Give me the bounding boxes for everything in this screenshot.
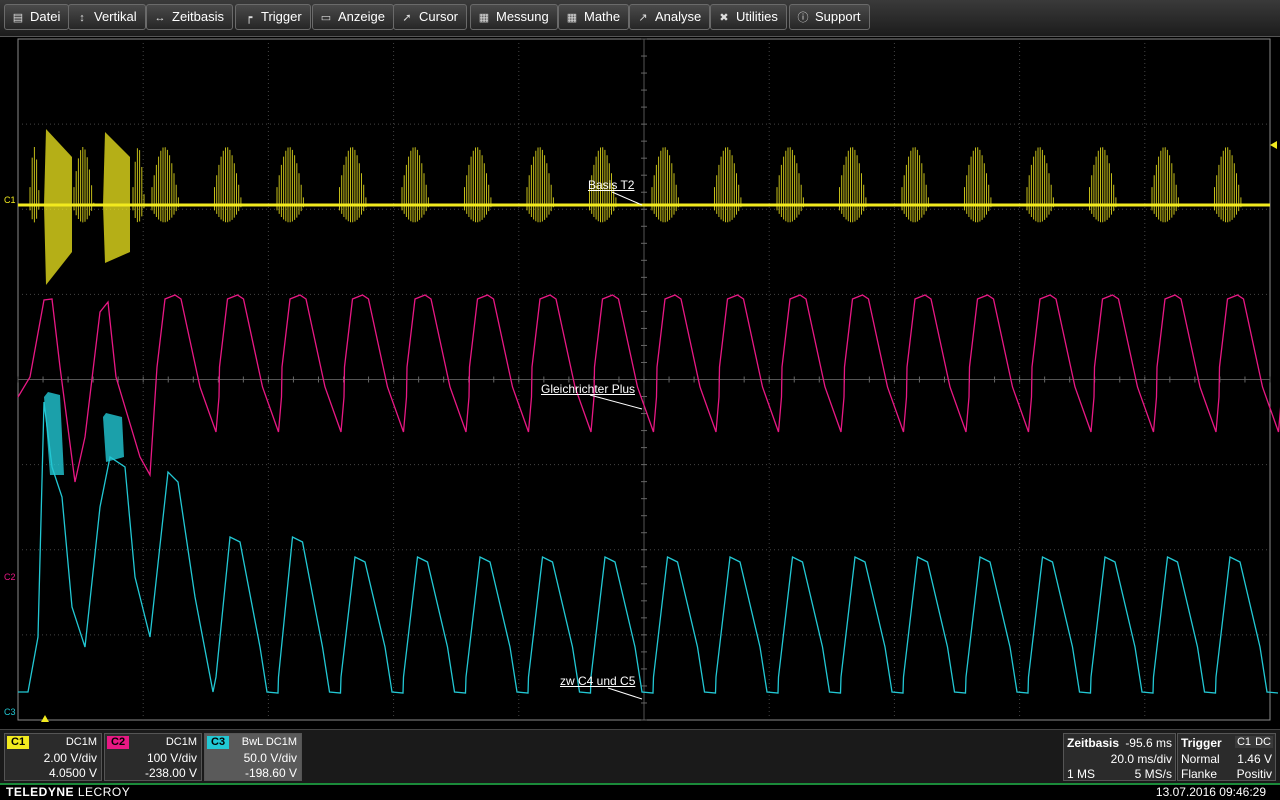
c3-startup-burst — [103, 413, 124, 462]
trace-label-c2[interactable]: Gleichrichter Plus — [541, 382, 635, 396]
timebase-title: Zeitbasis — [1067, 736, 1120, 750]
channel-tag: C3 — [207, 736, 230, 749]
trigger-icon: ┍ — [245, 12, 253, 24]
menu-cursor-button[interactable]: ➚ Cursor — [393, 4, 468, 30]
menu-analyse-button[interactable]: ↗ Analyse — [629, 4, 711, 30]
label-leader-c1 — [611, 191, 643, 206]
channel-c2-descriptor[interactable]: C2 DC1M 100 V/div -238.00 V — [104, 733, 202, 781]
c1-ground-marker[interactable]: C1 — [4, 195, 16, 205]
c1-startup-burst — [44, 129, 72, 285]
c1-startup-burst — [103, 132, 130, 263]
c2-waveform — [17, 294, 1280, 483]
horizontal-arrows-icon: ↔ — [154, 12, 166, 24]
menu-vertikal-button[interactable]: ↕ Vertikal — [68, 4, 146, 30]
menu-bar: ▤ Datei ↕ Vertikal ↔ Zeitbasis ┍ Trigger ▭ An… — [0, 0, 1280, 37]
trace-label-c3[interactable]: zw C4 und C5 — [560, 674, 635, 688]
menu-trigger-button[interactable]: ┍ Trigger — [235, 4, 311, 30]
label-leader-c2 — [589, 394, 643, 410]
timebase-tdiv: 20.0 ms/div — [1110, 752, 1172, 766]
timebase-samplerate: 5 MS/s — [1134, 767, 1172, 781]
c2-ground-marker[interactable]: C2 — [4, 572, 16, 582]
channel-vdiv: 2.00 V/div — [43, 751, 97, 765]
waveform-grid — [17, 38, 1280, 722]
menu-mathe-button[interactable]: ▦ Mathe — [558, 4, 630, 30]
analysis-icon: ↗ — [638, 12, 648, 24]
status-bar: C1 DC1M 2.00 V/div 4.0500 V C2 DC1M 100 … — [0, 729, 1280, 784]
menu-support-button[interactable]: ⓘ Support — [789, 4, 870, 30]
cursor-icon: ➚ — [402, 12, 412, 24]
display-icon: ▭ — [320, 12, 332, 24]
trigger-source: C1 — [1234, 736, 1253, 748]
channel-offset: -198.60 V — [244, 766, 297, 780]
footer-bar: TELEDYNE LECROY 13.07.2016 09:46:29 — [0, 783, 1280, 800]
channel-tag: C1 — [7, 736, 30, 749]
trigger-position-marker — [41, 715, 49, 722]
menu-datei-button[interactable]: ▤ Datei — [4, 4, 70, 30]
channel-vdiv: 100 V/div — [146, 751, 197, 765]
trigger-mode: Normal — [1181, 752, 1220, 766]
trace-c2 — [17, 294, 1280, 483]
timebase-delay: -95.6 ms — [1125, 736, 1172, 750]
c3-startup-burst — [44, 392, 64, 475]
channel-coupling: DC1M — [165, 736, 197, 748]
file-icon: ▤ — [12, 12, 24, 24]
c3-ground-marker[interactable]: C3 — [4, 707, 16, 717]
trace-c3 — [18, 392, 1279, 694]
trigger-title: Trigger — [1181, 736, 1222, 750]
vertical-arrows-icon: ↕ — [79, 12, 85, 24]
trigger-level: 1.46 V — [1237, 752, 1272, 766]
menu-utilities-button[interactable]: ✖ Utilities — [710, 4, 787, 30]
c3-waveform — [18, 401, 1279, 694]
channel-tag: C2 — [107, 736, 130, 749]
trace-label-c1[interactable]: Basis T2 — [588, 178, 634, 192]
brand-logo: TELEDYNE LECROY — [6, 785, 131, 799]
channel-vdiv: 50.0 V/div — [243, 751, 297, 765]
wrench-icon: ✖ — [719, 12, 729, 24]
channel-coupling: DC1M — [65, 736, 97, 748]
menu-zeitbasis-button[interactable]: ↔ Zeitbasis — [146, 4, 234, 30]
label-leader-c3 — [607, 687, 643, 700]
trigger-slope: Positiv — [1236, 767, 1272, 781]
measure-icon: ▦ — [478, 12, 490, 24]
channel-offset: -238.00 V — [144, 766, 197, 780]
waveform-display[interactable]: Basis T2 Gleichrichter Plus zw C4 und C5… — [0, 37, 1280, 729]
trigger-type: Flanke — [1181, 767, 1218, 781]
info-icon: ⓘ — [797, 12, 809, 24]
math-icon: ▦ — [566, 12, 578, 24]
trigger-level-marker — [1270, 141, 1277, 149]
date-time: 13.07.2016 09:46:29 — [1155, 785, 1266, 799]
channel-offset: 4.0500 V — [48, 766, 97, 780]
trigger-coupling: DC — [1253, 736, 1273, 748]
menu-anzeige-button[interactable]: ▭ Anzeige — [312, 4, 394, 30]
timebase-memory: 1 MS — [1067, 767, 1096, 781]
timebase-descriptor[interactable]: Zeitbasis -95.6 ms 20.0 ms/div 1 MS 5 MS… — [1063, 733, 1176, 781]
menu-messung-button[interactable]: ▦ Messung — [470, 4, 558, 30]
trigger-descriptor[interactable]: Trigger C1 DC Normal 1.46 V Flanke Posit… — [1177, 733, 1276, 781]
channel-coupling: BwL DC1M — [241, 736, 297, 748]
channel-c3-descriptor[interactable]: C3 BwL DC1M 50.0 V/div -198.60 V — [204, 733, 302, 781]
channel-c1-descriptor[interactable]: C1 DC1M 2.00 V/div 4.0500 V — [4, 733, 102, 781]
grid-lines — [17, 38, 1271, 721]
